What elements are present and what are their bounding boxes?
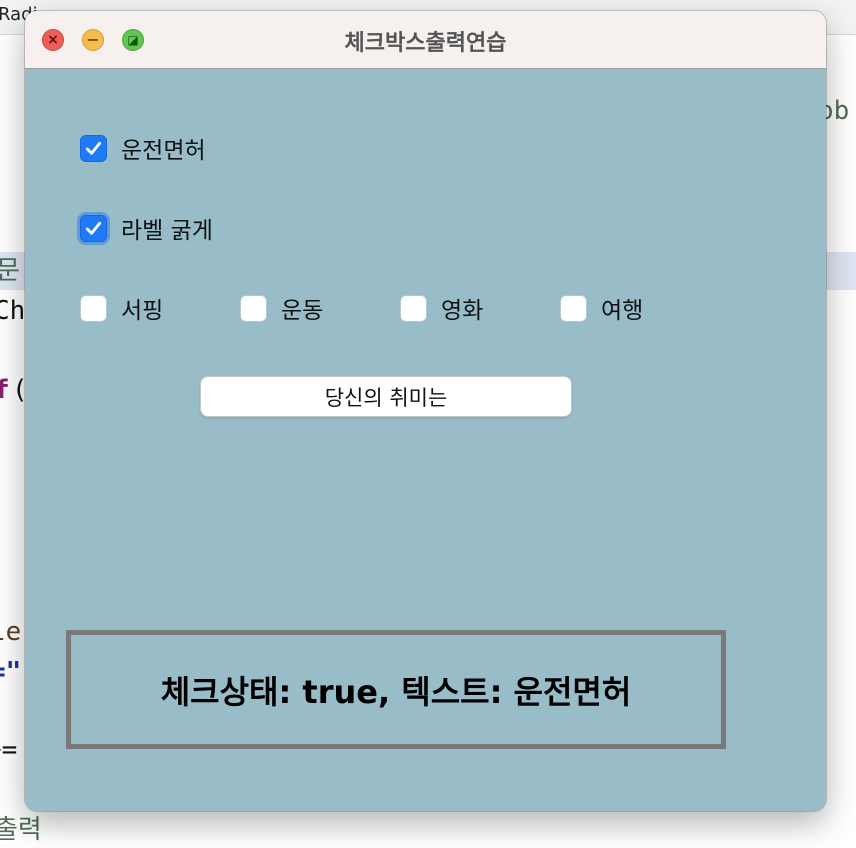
ide-code-fragment-quote: =" — [0, 657, 22, 687]
checkbox-hobby-exercise-box[interactable] — [240, 294, 267, 322]
checkbox-bold-label[interactable]: 라벨 굵게 — [80, 213, 213, 244]
checkbox-hobby-surfing-box[interactable] — [80, 294, 107, 322]
checkbox-bold-label-label: 라벨 굵게 — [121, 218, 213, 244]
checkbox-driver-license[interactable]: 운전면허 — [80, 133, 206, 164]
result-text: 체크상태: true, 텍스트: 운전면허 — [160, 672, 632, 711]
checkmark-icon — [85, 141, 102, 155]
checkbox-hobby-movie-label: 영화 — [441, 298, 484, 324]
checkmark-icon — [85, 221, 102, 235]
checkbox-hobby-travel[interactable]: 여행 — [560, 293, 644, 324]
ide-code-fragment-ch: Ch — [0, 296, 26, 326]
checkbox-hobby-movie-box[interactable] — [400, 294, 427, 322]
ide-code-fragment-if: f — [0, 375, 10, 405]
ide-code-fragment-chul: 출력 — [0, 815, 42, 845]
hobby-button[interactable]: 당신의 취미는 — [200, 376, 572, 417]
checkbox-hobby-movie[interactable]: 영화 — [400, 293, 484, 324]
window-content: 운전면허 라벨 굵게 서핑 운동 영화 여행 당신의 취미는 체크상태: tru… — [25, 69, 826, 811]
checkbox-hobby-exercise-label: 운동 — [281, 298, 324, 324]
ide-code-fragment-pluseq: += — [0, 735, 18, 765]
result-display: 체크상태: true, 텍스트: 운전면허 — [66, 630, 726, 749]
ide-code-fragment-mun: 문 — [0, 256, 20, 286]
checkbox-hobby-surfing-label: 서핑 — [121, 298, 164, 324]
window-titlebar[interactable]: × − ◪ 체크박스출력연습 — [25, 11, 826, 69]
checkbox-hobby-travel-label: 여행 — [601, 298, 644, 324]
ide-code-fragment-le: le — [0, 617, 22, 647]
checkbox-driver-license-label: 운전면허 — [121, 138, 206, 164]
checkbox-hobby-exercise[interactable]: 운동 — [240, 293, 324, 324]
checkbox-driver-license-box[interactable] — [80, 134, 107, 162]
app-window: × − ◪ 체크박스출력연습 운전면허 라벨 굵게 서핑 운동 영화 여행 당신… — [25, 11, 826, 811]
checkbox-hobby-travel-box[interactable] — [560, 294, 587, 322]
window-title: 체크박스출력연습 — [344, 31, 507, 56]
checkbox-hobby-surfing[interactable]: 서핑 — [80, 293, 164, 324]
checkbox-bold-label-box[interactable] — [80, 214, 107, 242]
